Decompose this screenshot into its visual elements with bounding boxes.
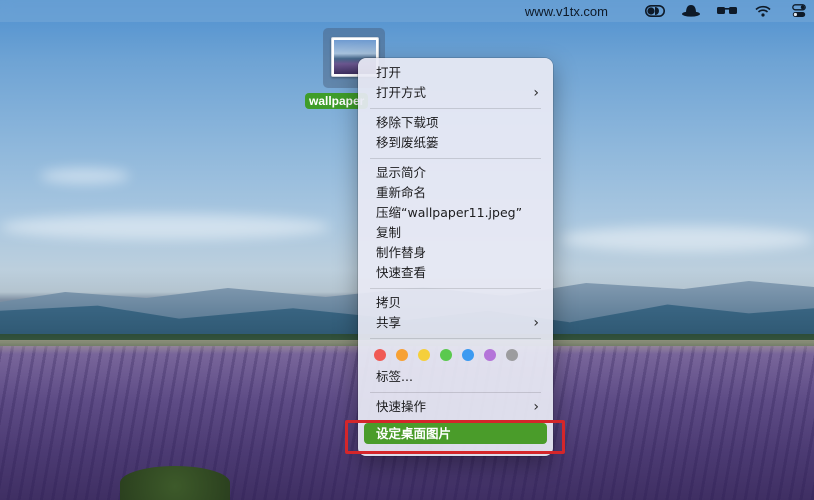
menu-item-rename[interactable]: 重新命名 — [364, 183, 547, 203]
menu-item-remove-download[interactable]: 移除下载项 — [364, 113, 547, 133]
chevron-right-icon: › — [533, 85, 539, 101]
menu-item-make-alias[interactable]: 制作替身 — [364, 243, 547, 263]
menu-item-label: 打开 — [376, 65, 402, 80]
menu-item-label: 压缩“wallpaper11.jpeg” — [376, 205, 523, 220]
menu-item-share[interactable]: 共享 › — [364, 313, 547, 333]
cloud — [40, 168, 130, 184]
tag-red[interactable] — [374, 349, 386, 361]
chevron-right-icon: › — [533, 315, 539, 331]
menu-item-label: 复制 — [376, 225, 402, 240]
menu-item-label: 打开方式 — [376, 85, 427, 100]
menu-item-quick-actions[interactable]: 快速操作 › — [364, 397, 547, 417]
annotation-highlight-box — [345, 420, 565, 454]
toggle-icon[interactable] — [644, 3, 666, 19]
glasses-icon[interactable] — [716, 3, 738, 19]
tag-purple[interactable] — [484, 349, 496, 361]
menu-item-label: 共享 — [376, 315, 402, 330]
chevron-right-icon: › — [533, 399, 539, 415]
menu-item-label: 显示简介 — [376, 165, 427, 180]
menu-item-compress[interactable]: 压缩“wallpaper11.jpeg” — [364, 203, 547, 223]
tag-yellow[interactable] — [418, 349, 430, 361]
menu-item-duplicate[interactable]: 复制 — [364, 223, 547, 243]
tag-color-row — [364, 343, 547, 367]
menu-separator — [370, 391, 541, 393]
cloud — [560, 226, 814, 252]
menu-item-get-info[interactable]: 显示简介 — [364, 163, 547, 183]
menu-item-quick-look[interactable]: 快速查看 — [364, 263, 547, 283]
menu-separator — [370, 157, 541, 159]
menu-separator — [370, 287, 541, 289]
menu-item-label: 制作替身 — [376, 245, 427, 260]
foreground-tree — [120, 466, 230, 500]
tag-orange[interactable] — [396, 349, 408, 361]
tag-blue[interactable] — [462, 349, 474, 361]
menu-separator — [370, 337, 541, 339]
menu-item-move-to-trash[interactable]: 移到废纸篓 — [364, 133, 547, 153]
menu-item-open-with[interactable]: 打开方式 › — [364, 83, 547, 103]
context-menu: 打开 打开方式 › 移除下载项 移到废纸篓 显示简介 重新命名 压缩“wallpa… — [358, 58, 553, 456]
menu-item-label: 快速查看 — [376, 265, 427, 280]
menu-item-label: 重新命名 — [376, 185, 427, 200]
control-center-icon[interactable] — [788, 3, 810, 19]
menubar-site-text: www.v1tx.com — [524, 3, 608, 19]
menu-bar: www.v1tx.com — [0, 0, 814, 22]
menu-separator — [370, 107, 541, 109]
menu-item-copy[interactable]: 拷贝 — [364, 293, 547, 313]
wifi-icon[interactable] — [752, 3, 774, 19]
menu-item-label: 拷贝 — [376, 295, 402, 310]
menu-item-label: 移到废纸篓 — [376, 135, 439, 150]
menu-item-label: 快速操作 — [376, 399, 427, 414]
menu-item-tags[interactable]: 标签... — [364, 367, 547, 387]
tag-green[interactable] — [440, 349, 452, 361]
hat-icon[interactable] — [680, 3, 702, 19]
menu-item-label: 标签... — [376, 369, 413, 384]
tag-gray[interactable] — [506, 349, 518, 361]
menu-item-open[interactable]: 打开 — [364, 63, 547, 83]
cloud — [0, 214, 330, 240]
menu-item-label: 移除下载项 — [376, 115, 439, 130]
